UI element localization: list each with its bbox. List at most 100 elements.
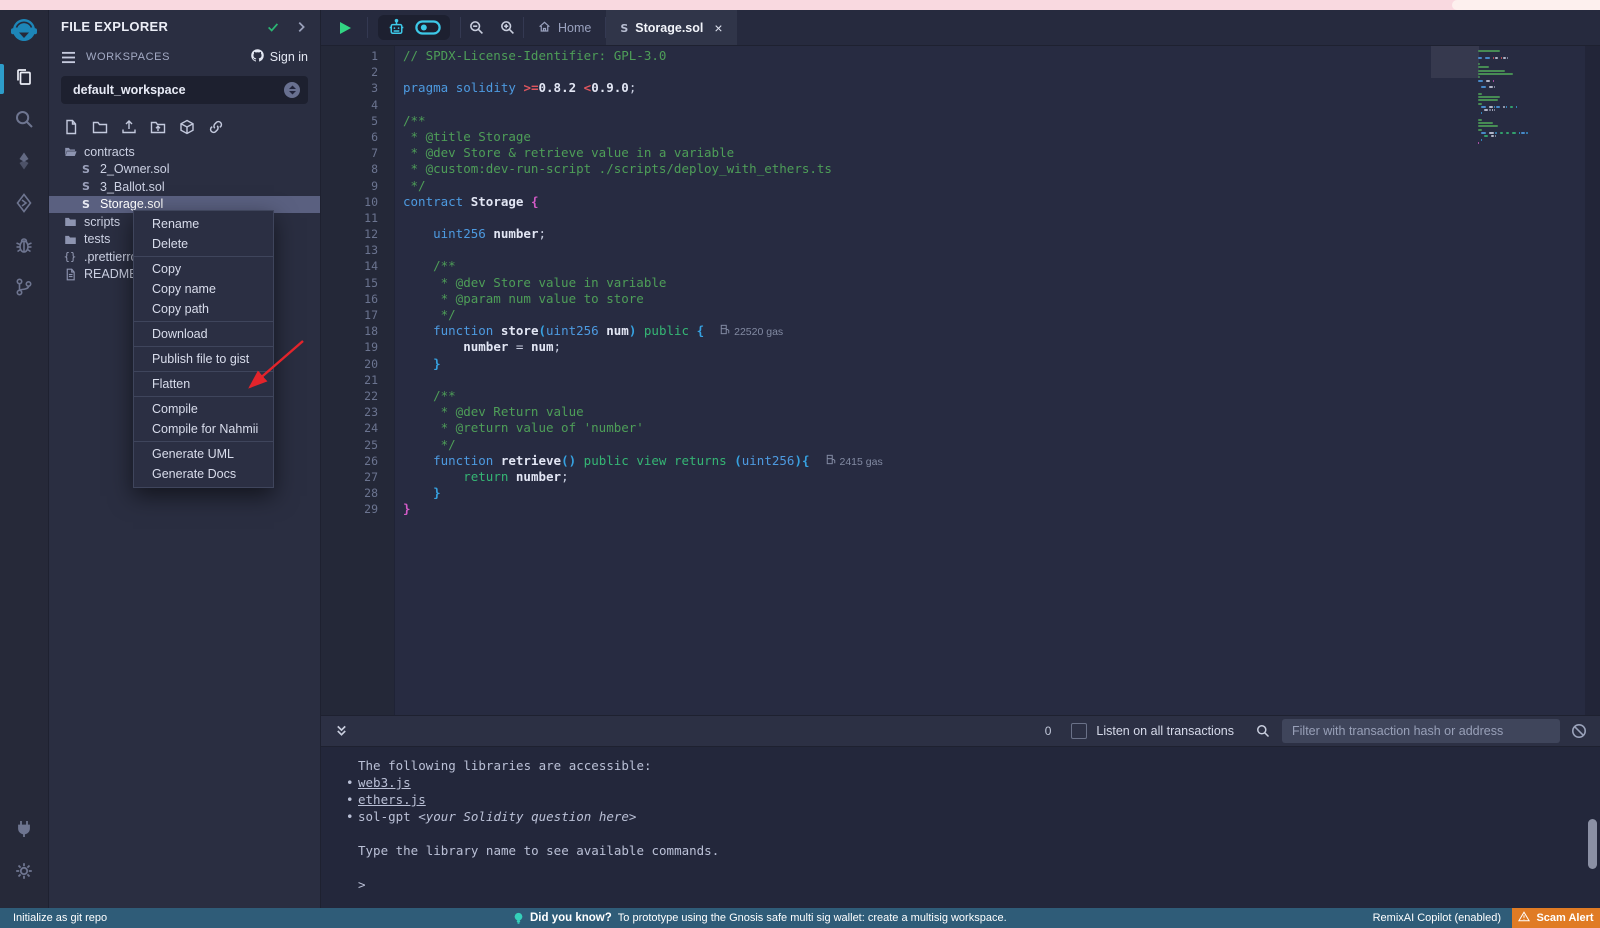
clear-console-icon[interactable] <box>1571 723 1587 739</box>
context-menu-item-download[interactable]: Download <box>134 324 273 344</box>
code-text: * @dev Return value <box>394 404 584 420</box>
code-line: 7 * @dev Store & retrieve value in a var… <box>321 145 1440 161</box>
line-number: 19 <box>321 339 394 355</box>
main-area: HomeSStorage.sol× 1// SPDX-License-Ident… <box>321 10 1600 908</box>
chevron-right-icon[interactable] <box>294 20 308 34</box>
tab-home[interactable]: Home <box>524 10 605 45</box>
context-menu-item-delete[interactable]: Delete <box>134 234 273 254</box>
sidebar-item-file-explorer[interactable] <box>0 58 48 100</box>
transaction-filter-input[interactable] <box>1282 719 1560 743</box>
code-text: number = num; <box>394 339 561 355</box>
sign-in-button[interactable]: Sign in <box>250 48 308 66</box>
line-number: 25 <box>321 437 394 453</box>
context-menu-item-generate-docs[interactable]: Generate Docs <box>134 464 273 484</box>
code-line: 23 * @dev Return value <box>321 404 1440 420</box>
sidebar-item-debugger[interactable] <box>0 226 48 268</box>
fuel-icon <box>826 454 836 470</box>
terminal-output[interactable]: The following libraries are accessible:•… <box>321 747 1600 908</box>
context-menu-item-flatten[interactable]: Flatten <box>134 374 273 394</box>
code-text: function retrieve() public view returns … <box>394 453 883 469</box>
code-line: 3pragma solidity >=0.8.2 <0.9.0; <box>321 80 1440 96</box>
line-number: 29 <box>321 501 394 517</box>
new-file-icon <box>63 119 79 135</box>
context-menu-item-copy[interactable]: Copy <box>134 259 273 279</box>
debug-icon <box>14 235 34 260</box>
context-menu-item-copy-path[interactable]: Copy path <box>134 299 273 319</box>
code-text: /** <box>394 388 456 404</box>
sidebar-item-git[interactable] <box>0 268 48 310</box>
gas-estimate-badge: 22520 gas <box>720 324 783 340</box>
editor-topbar: HomeSStorage.sol× <box>321 10 1600 46</box>
activity-bar-bottom <box>0 810 48 894</box>
line-number: 14 <box>321 258 394 274</box>
minimap-line <box>1478 86 1568 88</box>
close-tab-icon[interactable]: × <box>714 20 722 36</box>
upload-folder-button[interactable] <box>150 119 166 135</box>
remix-ai-icon[interactable] <box>387 18 406 37</box>
sidebar-item-deploy-and-run[interactable] <box>0 184 48 226</box>
code-line: 14 /** <box>321 258 1440 274</box>
zoom-in-icon[interactable] <box>500 10 515 45</box>
terminal-link[interactable]: web3.js <box>358 775 411 790</box>
sidebar-item-settings[interactable] <box>0 852 48 894</box>
context-menu-item-generate-uml[interactable]: Generate UML <box>134 444 273 464</box>
hamburger-icon[interactable] <box>61 51 76 64</box>
terminal-expand-icon[interactable] <box>335 724 348 738</box>
run-script-button[interactable] <box>337 10 353 45</box>
code-text: * @dev Store & retrieve value in a varia… <box>394 145 734 161</box>
search-icon[interactable] <box>1256 724 1270 738</box>
code-line: 4 <box>321 97 1440 113</box>
line-number: 1 <box>321 48 394 64</box>
listen-checkbox[interactable] <box>1071 723 1087 739</box>
code-text <box>394 372 403 388</box>
minimap-line <box>1478 129 1568 131</box>
code-line: 13 <box>321 242 1440 258</box>
editor-scrollbar-track[interactable] <box>1585 46 1600 715</box>
code-line: 9 */ <box>321 178 1440 194</box>
terminal-link[interactable]: ethers.js <box>358 792 426 807</box>
terminal-scrollbar-thumb[interactable] <box>1588 819 1597 869</box>
context-menu-item-compile[interactable]: Compile <box>134 399 273 419</box>
listen-label: Listen on all transactions <box>1096 724 1234 738</box>
minimap-line <box>1478 119 1568 121</box>
tree-item-3-ballot-sol[interactable]: S3_Ballot.sol <box>49 178 320 196</box>
workspace-select[interactable]: default_workspace <box>61 76 308 104</box>
line-number: 27 <box>321 469 394 485</box>
create-folder-button[interactable] <box>92 119 108 135</box>
copilot-toggle[interactable] <box>415 20 441 35</box>
sidebar-item-plugin-manager[interactable] <box>0 810 48 852</box>
context-menu-item-publish-file-to-gist[interactable]: Publish file to gist <box>134 349 273 369</box>
files-icon <box>14 67 34 92</box>
sidebar-item-solidity-compiler[interactable] <box>0 142 48 184</box>
code-text: */ <box>394 178 426 194</box>
tree-item-contracts[interactable]: contracts <box>49 143 320 161</box>
code-text: // SPDX-License-Identifier: GPL-3.0 <box>394 48 666 64</box>
code-line: 5/** <box>321 113 1440 129</box>
code-text: * @param num value to store <box>394 291 644 307</box>
git-init-button[interactable]: Initialize as git repo <box>13 908 107 928</box>
minimap-line <box>1478 57 1568 59</box>
code-editor[interactable]: 1// SPDX-License-Identifier: GPL-3.023pr… <box>321 46 1600 715</box>
tab-storage-sol[interactable]: SStorage.sol× <box>606 10 736 45</box>
minimap-line <box>1478 96 1568 98</box>
sidebar-item-remix-logo[interactable] <box>0 10 48 58</box>
sidebar-item-search[interactable] <box>0 100 48 142</box>
scam-alert-button[interactable]: Scam Alert <box>1512 908 1600 928</box>
check-icon[interactable] <box>266 20 280 34</box>
tree-item-2-owner-sol[interactable]: S2_Owner.sol <box>49 161 320 179</box>
import-from-ipfs-button[interactable] <box>179 119 195 135</box>
zoom-out-icon[interactable] <box>469 10 484 45</box>
line-number: 15 <box>321 275 394 291</box>
minimap[interactable] <box>1478 50 1568 145</box>
context-menu-item-copy-name[interactable]: Copy name <box>134 279 273 299</box>
import-from-url-button[interactable] <box>208 119 224 135</box>
upload-file-button[interactable] <box>121 119 137 135</box>
copilot-status[interactable]: RemixAI Copilot (enabled) <box>1373 908 1501 928</box>
create-file-button[interactable] <box>63 119 79 135</box>
context-menu-item-compile-for-nahmii[interactable]: Compile for Nahmii <box>134 419 273 439</box>
terminal-italic-text: <your Solidity question here> <box>418 809 636 824</box>
gas-estimate-text: 2415 gas <box>840 454 883 470</box>
minimap-slider[interactable] <box>1431 46 1479 78</box>
context-menu-item-rename[interactable]: Rename <box>134 214 273 234</box>
code-line: 2 <box>321 64 1440 80</box>
